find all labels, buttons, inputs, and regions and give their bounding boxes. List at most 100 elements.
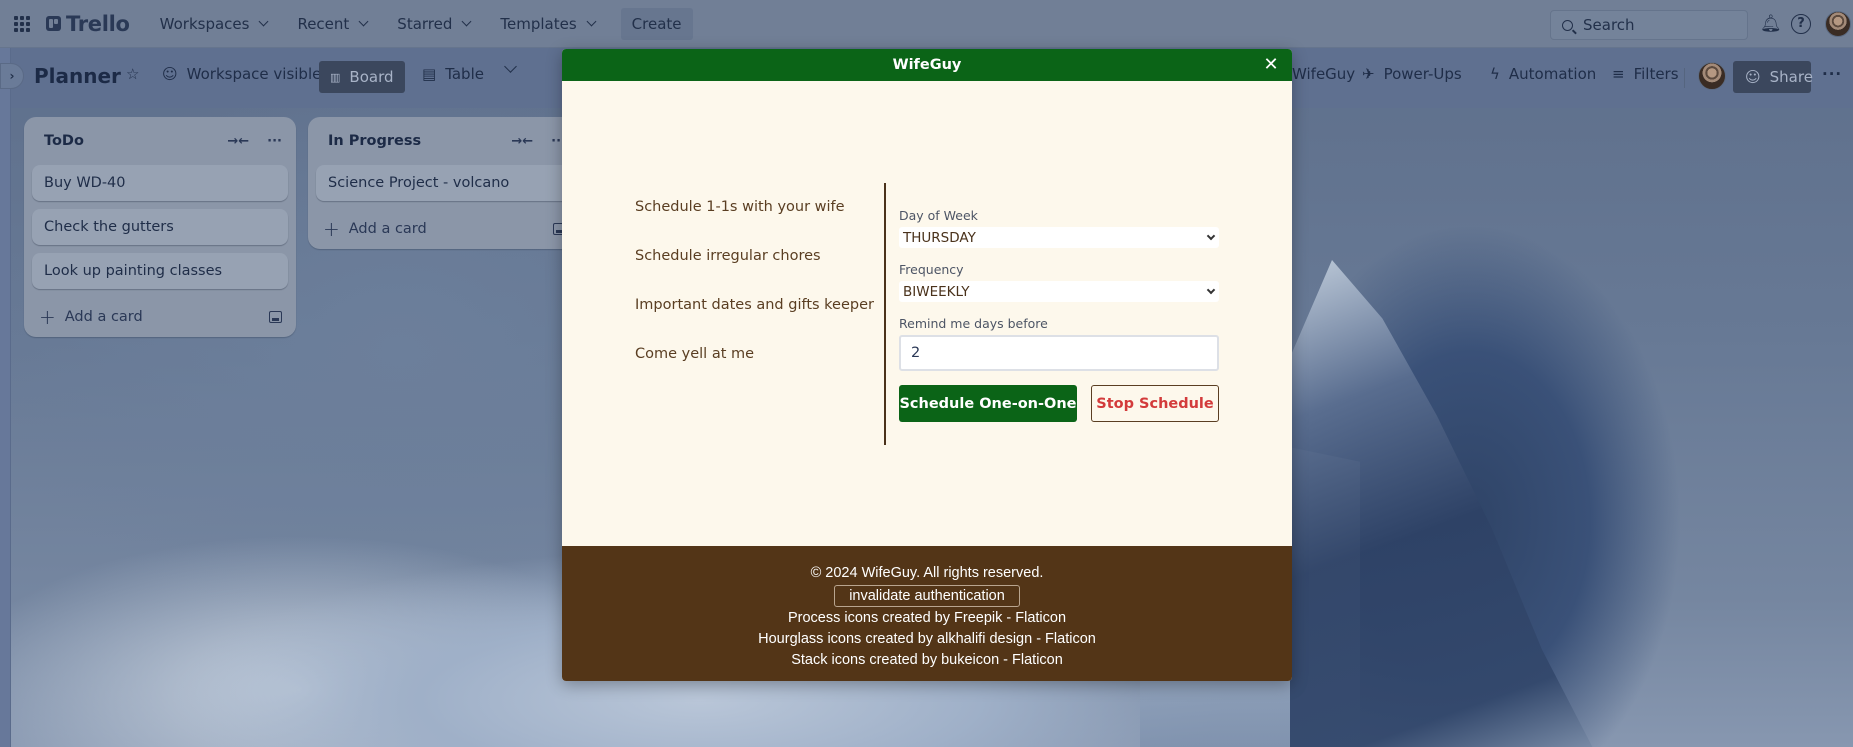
list-in-progress: In Progress →← ··· Science Project - vol… xyxy=(308,117,580,249)
menu-item-important-dates[interactable]: Important dates and gifts keeper xyxy=(635,297,874,346)
trello-logo-icon xyxy=(46,16,61,31)
feature-menu: Schedule 1-1s with your wife Schedule ir… xyxy=(635,199,874,395)
card-template-icon[interactable] xyxy=(269,311,282,323)
filters-label: Filters xyxy=(1633,65,1679,83)
divider xyxy=(1684,68,1685,88)
filters-button[interactable]: ≡ Filters xyxy=(1612,65,1679,83)
nav-label: Starred xyxy=(397,14,453,33)
list-menu-icon[interactable]: ··· xyxy=(267,134,282,149)
nav-recent[interactable]: Recent xyxy=(297,14,369,33)
power-ups-button[interactable]: ✈︎ Power-Ups xyxy=(1362,65,1462,83)
close-icon[interactable]: ✕ xyxy=(1260,54,1282,76)
star-icon: ☆ xyxy=(126,65,140,83)
view-board-tab[interactable]: ▥ Board xyxy=(319,61,405,93)
board-icon: ▥ xyxy=(330,70,341,84)
card[interactable]: Check the gutters xyxy=(32,209,288,245)
card[interactable]: Science Project - volcano xyxy=(316,165,572,201)
chevron-down-icon xyxy=(461,16,472,27)
account-avatar[interactable] xyxy=(1825,11,1851,37)
card[interactable]: Buy WD-40 xyxy=(32,165,288,201)
card[interactable]: Look up painting classes xyxy=(32,253,288,289)
nav-label: Workspaces xyxy=(159,14,250,33)
nav-label: Templates xyxy=(500,14,577,33)
create-button[interactable]: Create xyxy=(620,7,693,40)
add-card-button[interactable]: Add a card xyxy=(349,221,427,237)
collapse-list-icon[interactable]: →← xyxy=(511,134,533,149)
remind-days-value: 2 xyxy=(911,345,921,361)
add-card-row: + Add a card xyxy=(24,297,296,337)
board-member-avatar[interactable] xyxy=(1698,62,1726,90)
menu-item-come-yell[interactable]: Come yell at me xyxy=(635,346,874,395)
power-ups-label: Power-Ups xyxy=(1383,65,1462,83)
apps-grid-icon[interactable] xyxy=(10,12,34,36)
day-of-week-value: THURSDAY xyxy=(903,229,976,246)
sidebar-collapsed xyxy=(0,48,11,747)
day-of-week-label: Day of Week xyxy=(899,208,978,223)
chevron-down-icon xyxy=(1206,285,1216,295)
chevron-down-icon xyxy=(358,16,369,27)
menu-item-irregular-chores[interactable]: Schedule irregular chores xyxy=(635,248,874,297)
view-label: Board xyxy=(349,68,394,86)
visibility-label: Workspace visible xyxy=(186,65,322,83)
share-label: Share xyxy=(1769,68,1813,86)
nav-templates[interactable]: Templates xyxy=(500,14,597,33)
frequency-label: Frequency xyxy=(899,262,964,277)
list-title[interactable]: In Progress xyxy=(328,133,421,149)
view-table-tab[interactable]: ▤ Table xyxy=(422,65,484,83)
nav-starred[interactable]: Starred xyxy=(397,14,472,33)
invalidate-authentication-button[interactable]: invalidate authentication xyxy=(834,585,1020,607)
search-icon xyxy=(1562,19,1573,31)
plus-icon: + xyxy=(323,217,340,241)
chevron-down-icon xyxy=(504,60,517,73)
bell-icon[interactable]: 🔔︎ xyxy=(1760,14,1782,34)
board-menu-button[interactable]: ··· xyxy=(1822,65,1842,83)
list-header: In Progress →← ··· xyxy=(308,117,580,165)
more-icon: ··· xyxy=(1822,65,1843,83)
star-board-button[interactable]: ☆ xyxy=(126,65,148,83)
modal-title: WifeGuy xyxy=(892,57,962,73)
modal-footer: © 2024 WifeGuy. All rights reserved. inv… xyxy=(562,546,1292,681)
powerup-wifeguy-button[interactable]: WifeGuy xyxy=(1292,65,1355,83)
powerup-label: WifeGuy xyxy=(1292,65,1356,83)
day-of-week-select[interactable]: THURSDAY xyxy=(899,227,1219,248)
modal-header: WifeGuy ✕ xyxy=(562,49,1292,81)
list-header: ToDo →← ··· xyxy=(24,117,296,165)
help-icon[interactable]: ? xyxy=(1791,14,1811,34)
remind-days-input[interactable]: 2 xyxy=(899,335,1219,371)
table-icon: ▤ xyxy=(422,65,437,83)
view-label: Table xyxy=(445,65,484,83)
add-card-button[interactable]: Add a card xyxy=(65,309,143,325)
list-title[interactable]: ToDo xyxy=(44,133,84,149)
form-actions: Schedule One-on-One Stop Schedule xyxy=(899,385,1219,422)
visibility-button[interactable]: ☺︎ Workspace visible xyxy=(162,65,321,83)
nav-label: Recent xyxy=(297,14,350,33)
add-card-row: + Add a card xyxy=(308,209,580,249)
remind-days-label: Remind me days before xyxy=(899,316,1048,331)
chevron-right-icon: › xyxy=(9,69,15,83)
credit-link[interactable]: Stack icons created by bukeicon - Flatic… xyxy=(562,650,1292,671)
automation-button[interactable]: ϟ Automation xyxy=(1490,65,1596,83)
top-navbar: Trello Workspaces Recent Starred Templat… xyxy=(0,0,1853,48)
add-person-icon: ☺︎ xyxy=(1745,68,1761,86)
app-name: Trello xyxy=(66,11,130,36)
schedule-one-on-one-button[interactable]: Schedule One-on-One xyxy=(899,385,1077,422)
search-placeholder: Search xyxy=(1583,16,1635,34)
board-title[interactable]: Planner xyxy=(34,64,121,88)
modal-body: Schedule 1-1s with your wife Schedule ir… xyxy=(562,81,1292,546)
stop-schedule-button[interactable]: Stop Schedule xyxy=(1091,385,1219,422)
automation-label: Automation xyxy=(1508,65,1597,83)
list-todo: ToDo →← ··· Buy WD-40 Check the gutters … xyxy=(24,117,296,337)
credit-link[interactable]: Process icons created by Freepik - Flati… xyxy=(562,608,1292,629)
frequency-select[interactable]: BIWEEKLY xyxy=(899,281,1219,302)
credit-link[interactable]: Hourglass icons created by alkhalifi des… xyxy=(562,629,1292,650)
collapse-list-icon[interactable]: →← xyxy=(227,134,249,149)
schedule-form: Day of Week THURSDAY Frequency BIWEEKLY … xyxy=(899,208,1219,422)
trello-logo[interactable]: Trello xyxy=(46,12,130,36)
search-input[interactable]: Search xyxy=(1550,10,1748,40)
more-views-button[interactable] xyxy=(504,60,517,73)
share-button[interactable]: ☺︎ Share xyxy=(1733,61,1813,93)
menu-item-one-on-ones[interactable]: Schedule 1-1s with your wife xyxy=(635,199,874,248)
rocket-icon: ✈︎ xyxy=(1362,65,1375,83)
nav-workspaces[interactable]: Workspaces xyxy=(159,14,269,33)
people-icon: ☺︎ xyxy=(162,65,178,83)
